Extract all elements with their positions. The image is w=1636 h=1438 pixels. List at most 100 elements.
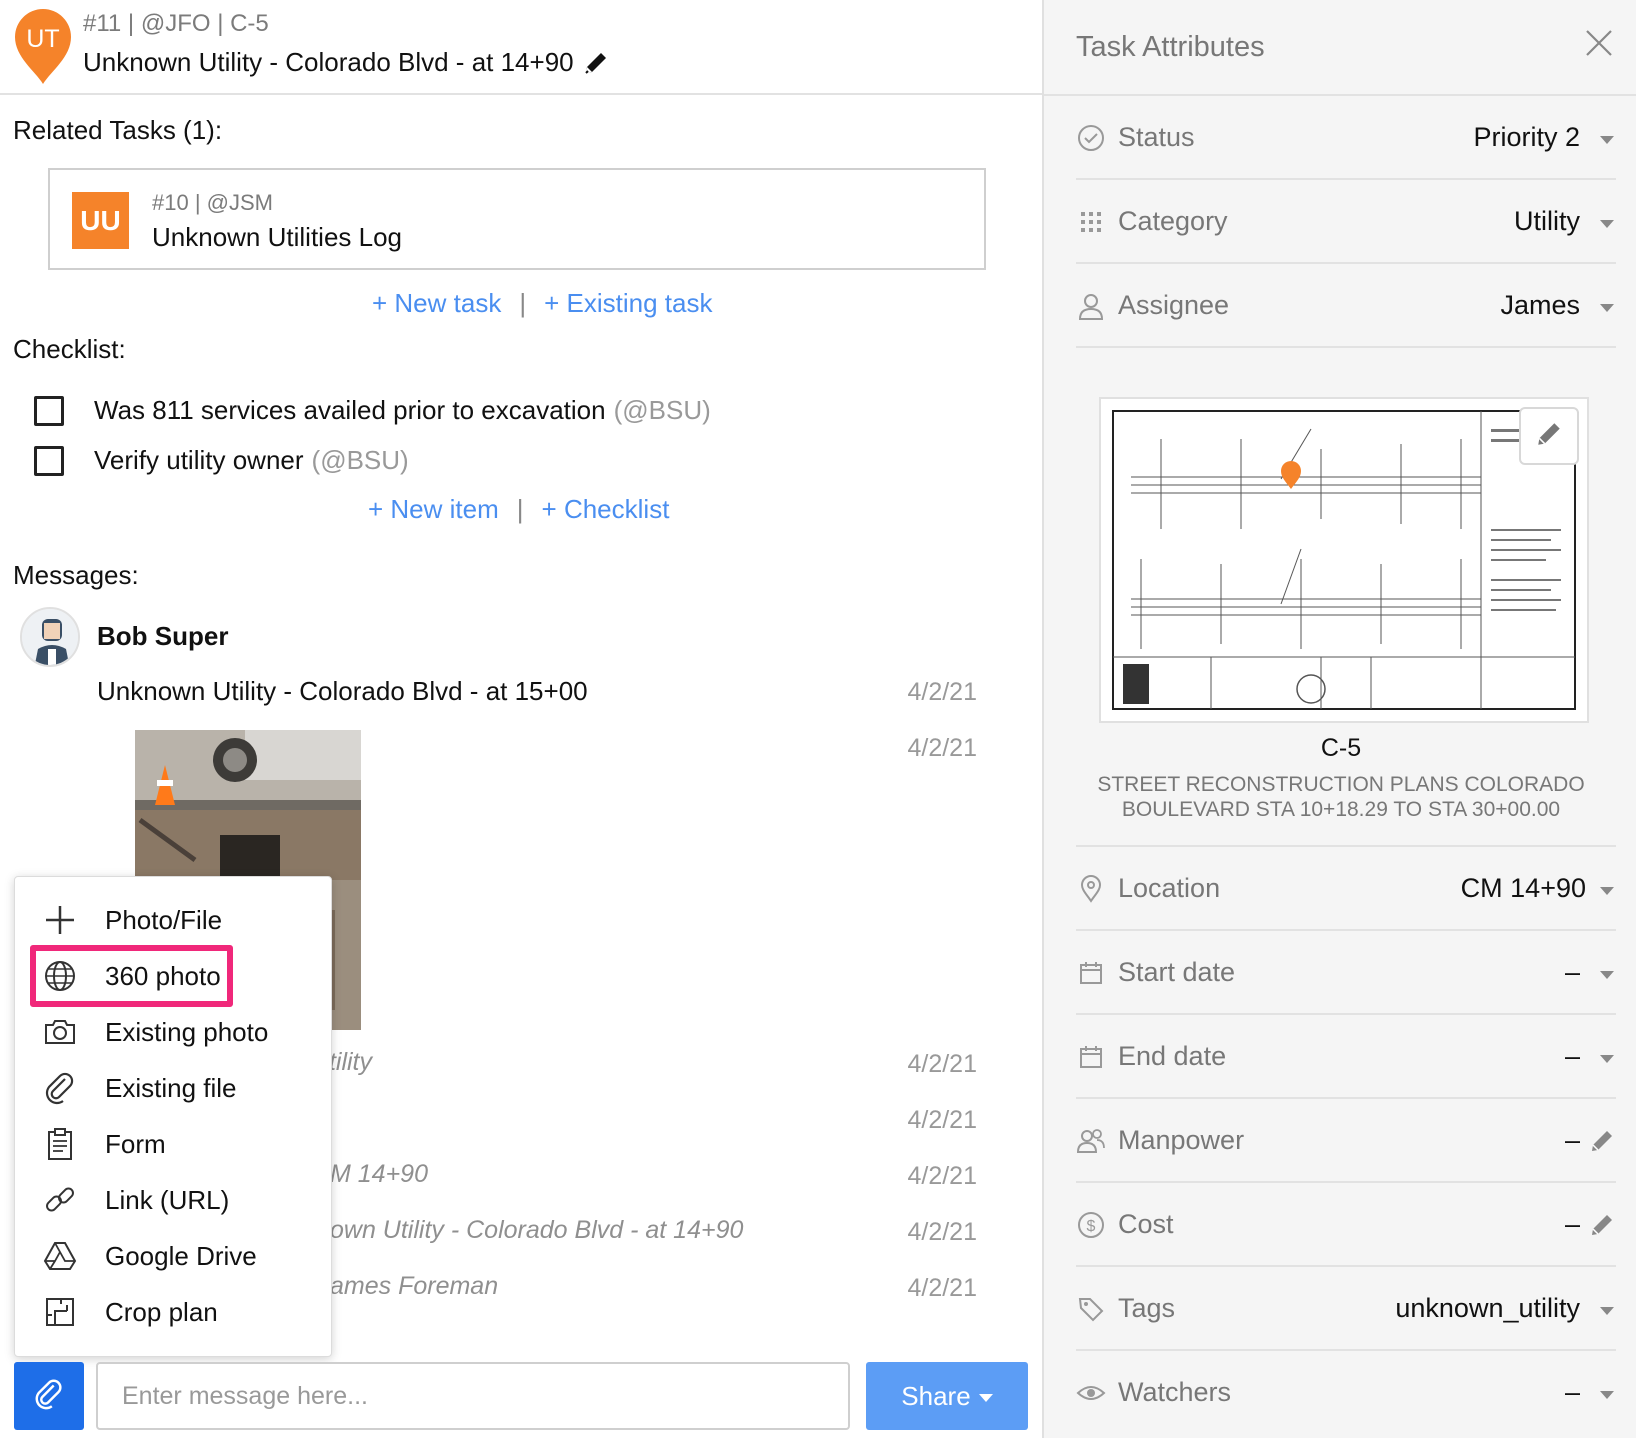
plus-icon [43,903,77,937]
pencil-icon[interactable] [1588,1211,1616,1239]
task-title[interactable]: Unknown Utility - Colorado Blvd - at 14+… [83,47,610,78]
pencil-icon[interactable] [582,49,610,77]
attribute-category[interactable]: Category Utility [1076,180,1616,264]
avatar [20,607,80,667]
check-circle-icon [1076,123,1106,153]
attribute-cost[interactable]: $ Cost – [1076,1183,1616,1267]
message-author: Bob Super [97,621,229,651]
panel-title: Task Attributes [1076,31,1265,63]
menu-item-label: Existing file [105,1072,237,1103]
chevron-down-icon[interactable] [1600,304,1614,312]
attribute-value: – [1564,1377,1580,1407]
messages-heading: Messages: [13,560,139,590]
new-item-link[interactable]: + New item [368,494,499,525]
checklist-item-user: (@BSU) [311,445,409,475]
plan-name: C-5 [1320,734,1362,762]
attribute-value: unknown_utility [1395,1293,1580,1323]
menu-item-label: Link (URL) [105,1184,230,1215]
menu-item-google-drive[interactable]: Google Drive [15,1231,333,1281]
user-icon [1076,291,1106,321]
clipboard-icon [43,1127,77,1161]
message-date: 4/2/21 [907,1050,977,1078]
checklist-checkbox[interactable] [34,395,64,426]
attribute-value: – [1564,1041,1580,1071]
link-icon [43,1183,77,1217]
chevron-down-icon[interactable] [1600,1391,1614,1399]
svg-text:$: $ [1087,1218,1096,1235]
plan-thumbnail[interactable] [1099,397,1589,723]
chevron-down-icon[interactable] [1600,971,1614,979]
plan-description: STREET RECONSTRUCTION PLANS COLORADO BOU… [1097,773,1585,821]
attribute-start-date[interactable]: Start date – [1076,931,1616,1015]
attribute-watchers[interactable]: Watchers – [1076,1351,1616,1435]
pencil-icon[interactable] [1588,1127,1616,1155]
menu-item-form[interactable]: Form [15,1119,333,1169]
related-task-badge: UU [72,192,129,249]
share-label: Share [901,1380,971,1411]
attribute-label: Start date [1118,957,1236,987]
related-task-reference: #10 | @JSM [152,190,273,215]
chevron-down-icon[interactable] [1600,220,1614,228]
attribute-label: Location [1118,873,1221,903]
related-task-card[interactable]: UU #10 | @JSM Unknown Utilities Log [48,168,986,270]
separator: | [519,288,527,318]
pin-icon [1076,874,1106,904]
dollar-icon: $ [1076,1210,1106,1240]
menu-item-existing-file[interactable]: Existing file [15,1063,333,1113]
paperclip-icon [43,1071,77,1105]
menu-item-label: Crop plan [105,1296,218,1327]
task-pin-text: UT [26,25,59,53]
chevron-down-icon[interactable] [1600,1055,1614,1063]
attribute-status[interactable]: Status Priority 2 [1076,96,1616,180]
attribute-label: End date [1118,1041,1227,1071]
related-task-title: Unknown Utilities Log [152,222,403,252]
task-pin-badge: UT [13,7,73,85]
checklist-heading: Checklist: [13,334,126,364]
close-icon[interactable] [1582,26,1616,60]
chevron-down-icon[interactable] [1600,1307,1614,1315]
attribute-assignee[interactable]: Assignee James [1076,264,1616,348]
attribute-manpower[interactable]: Manpower – [1076,1099,1616,1183]
separator: | [516,494,524,524]
add-checklist-link[interactable]: + Checklist [542,494,670,525]
chevron-down-icon[interactable] [1600,136,1614,144]
chevron-down-icon [978,1393,993,1402]
attribute-value: – [1564,1125,1580,1155]
message-text-partial: ames Foreman [330,1272,499,1300]
message-text-partial: own Utility - Colorado Blvd - at 14+90 [330,1216,744,1244]
message-date: 4/2/21 [907,1218,977,1246]
menu-item-link-url[interactable]: Link (URL) [15,1175,333,1225]
attribute-value: – [1564,1209,1580,1239]
related-task-actions: + New task | + Existing task [372,288,712,319]
menu-item-photo-file[interactable]: Photo/File [15,895,333,945]
new-task-link[interactable]: + New task [372,288,501,319]
task-reference: #11 | @JFO | C-5 [83,10,269,37]
checklist-item: Verify utility owner (@BSU) [34,445,409,476]
tag-icon [1076,1294,1106,1324]
attribute-label: Manpower [1118,1125,1245,1155]
edit-plan-button[interactable] [1519,407,1579,465]
menu-item-label: Photo/File [105,904,223,935]
message-date: 4/2/21 [907,678,977,706]
attribute-value: Utility [1514,206,1580,236]
crop-icon [43,1295,77,1329]
message-input[interactable] [96,1362,850,1430]
chevron-down-icon[interactable] [1600,887,1614,895]
checklist-checkbox[interactable] [34,445,64,476]
attribute-tags[interactable]: Tags unknown_utility [1076,1267,1616,1351]
attribute-value: James [1500,290,1580,320]
camera-icon [43,1015,77,1049]
menu-item-existing-photo[interactable]: Existing photo [15,1007,333,1057]
menu-item-crop-plan[interactable]: Crop plan [15,1287,333,1337]
checklist-item-user: (@BSU) [613,395,711,425]
message-date: 4/2/21 [907,1274,977,1302]
checklist-item: Was 811 services availed prior to excava… [34,395,711,426]
attribute-location[interactable]: Location CM 14+90 [1076,847,1616,931]
existing-task-link[interactable]: + Existing task [544,288,712,319]
attach-button[interactable] [14,1362,84,1430]
share-button[interactable]: Share [866,1362,1028,1430]
attribute-end-date[interactable]: End date – [1076,1015,1616,1099]
calendar-icon [1076,1042,1106,1072]
checklist-actions: + New item | + Checklist [368,494,669,525]
task-header: UT #11 | @JFO | C-5 Unknown Utility - Co… [0,0,1042,95]
